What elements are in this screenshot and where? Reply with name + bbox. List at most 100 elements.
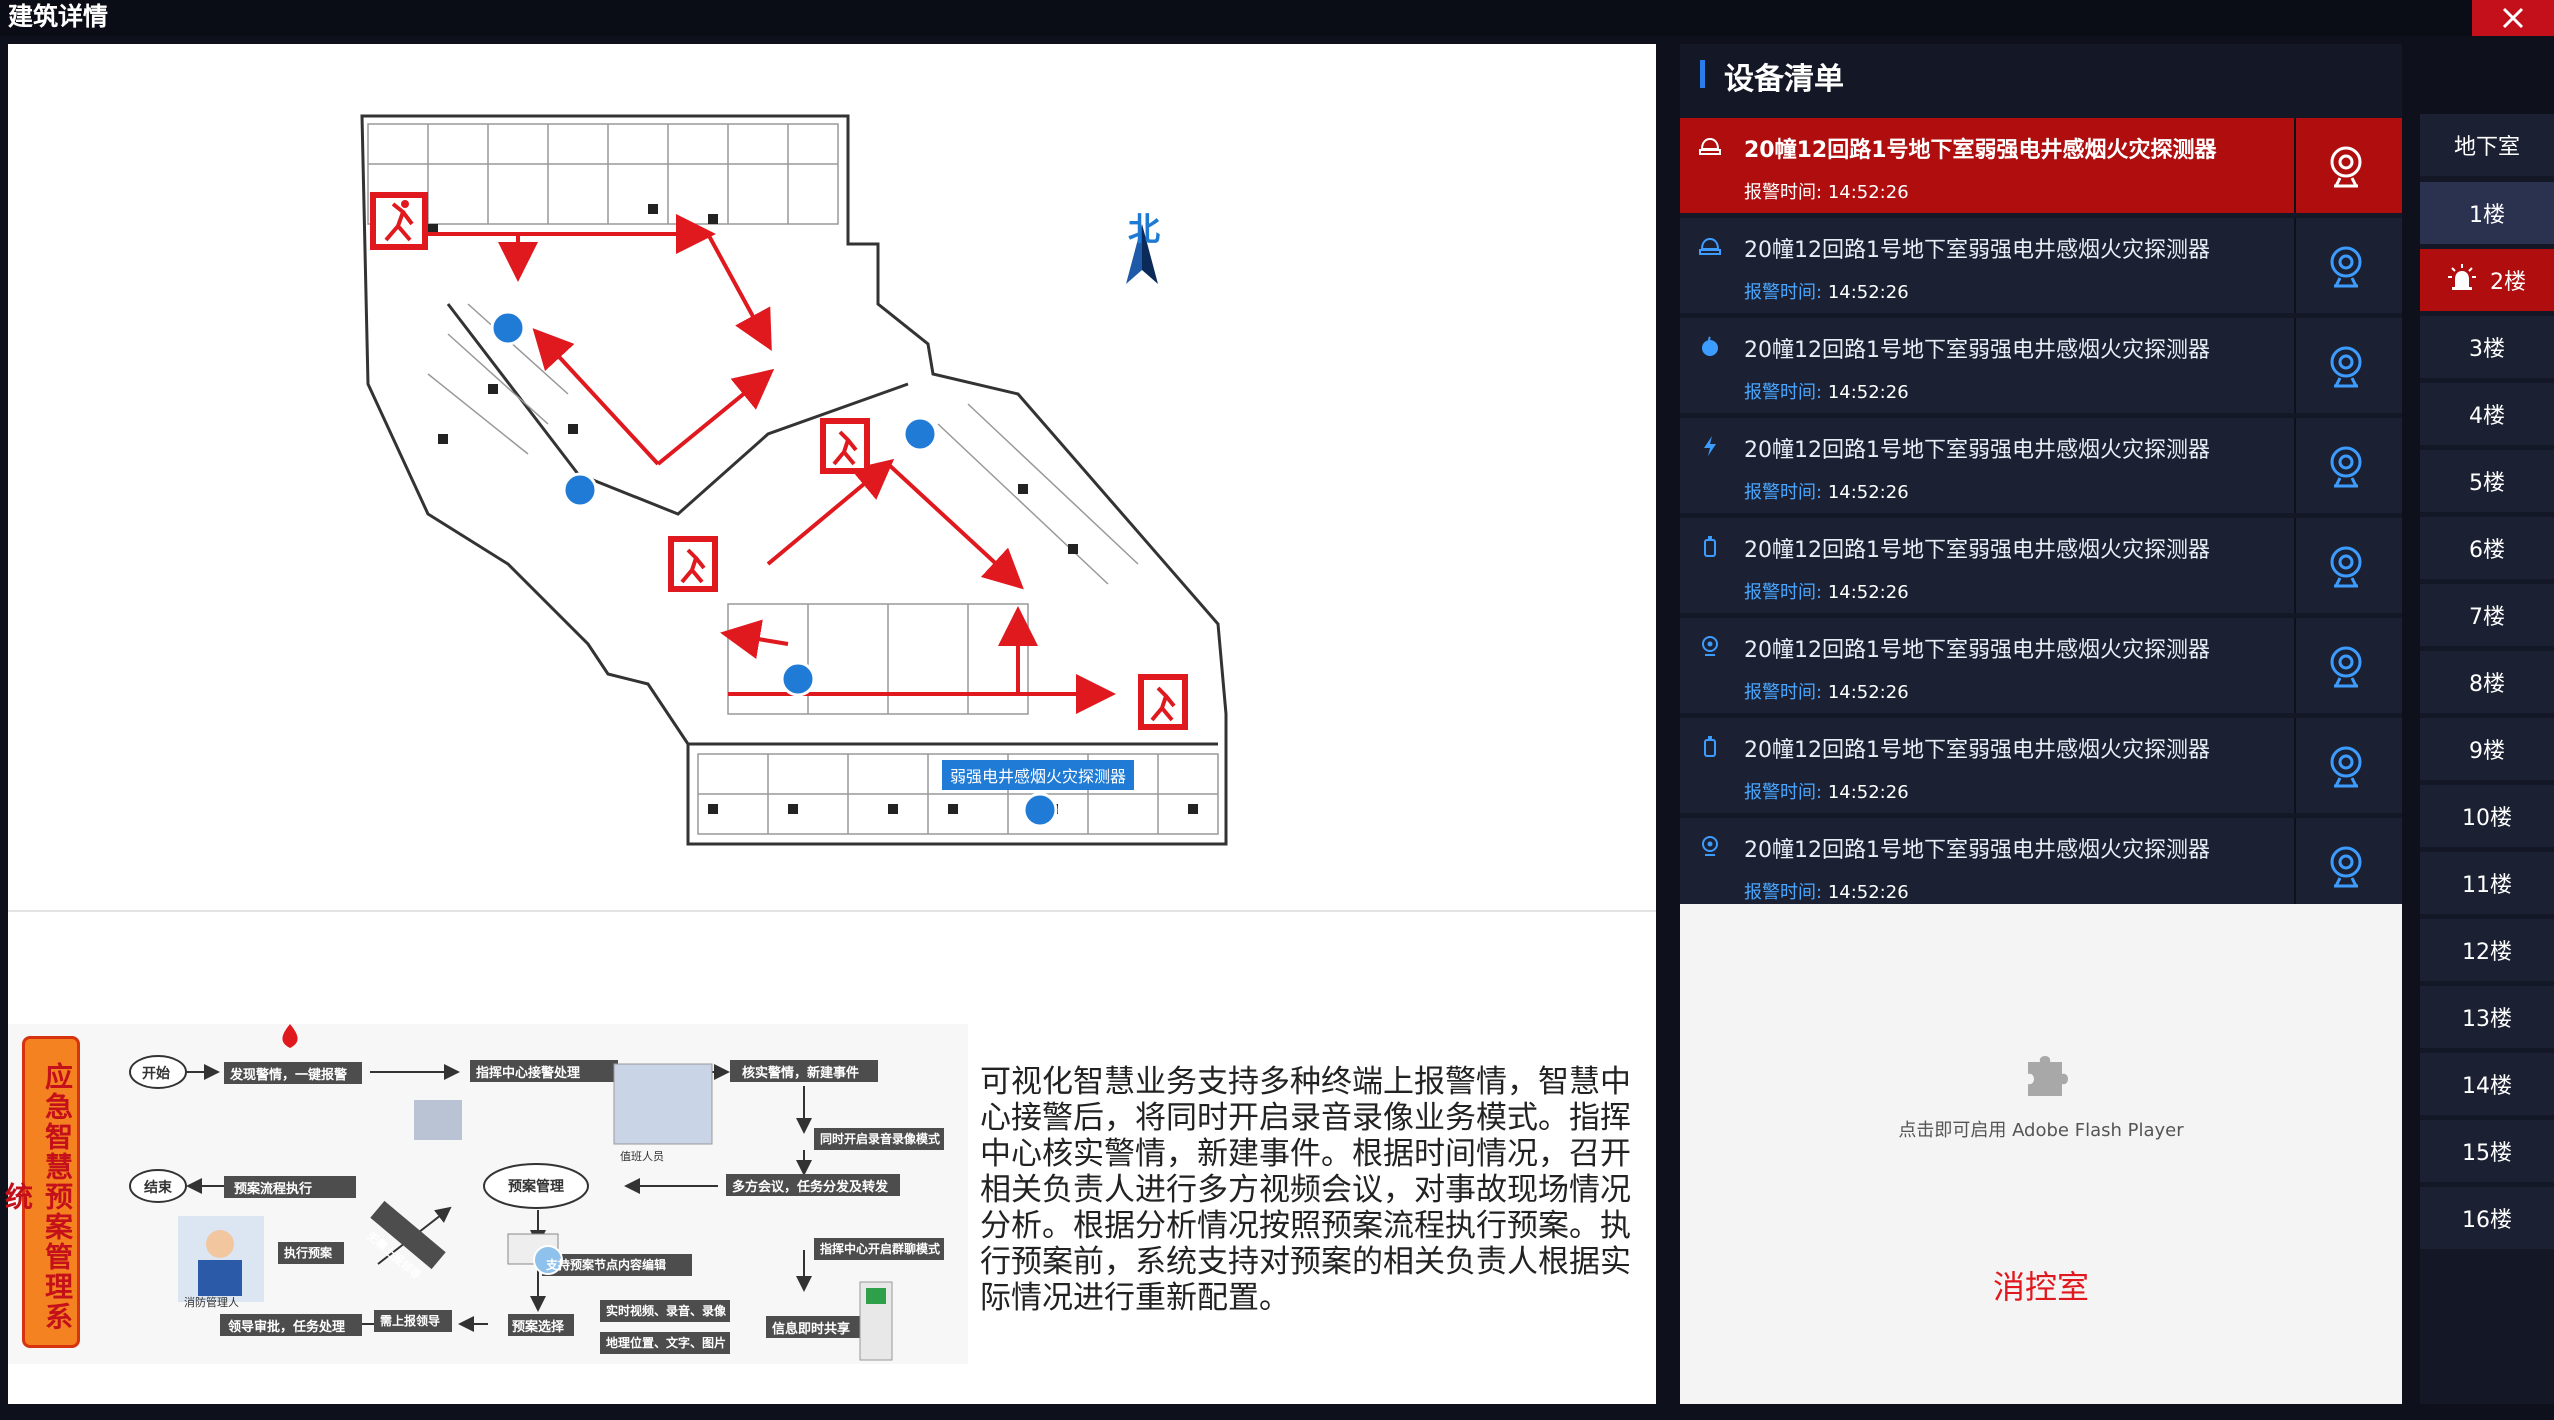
device-panel-header: 设备清单 (1680, 44, 2402, 116)
floor-label: 2楼 (2490, 270, 2526, 295)
floor-button-4[interactable]: 4楼 (2420, 383, 2554, 445)
floor-label: 1楼 (2469, 203, 2505, 228)
flow-description: 可视化智慧业务支持多种终端上报警情，智慧中心接警后，将同时开启录音录像业务模式。… (980, 1064, 1631, 1316)
flash-prompt[interactable]: 点击即可启用 Adobe Flash Player (1680, 1116, 2402, 1142)
floor-button-15[interactable]: 15楼 (2420, 1120, 2554, 1182)
device-item[interactable]: 20幢12回路1号地下室弱强电井感烟火灾探测器 报警时间: 14:52:26 (1680, 618, 2402, 713)
device-item[interactable]: 20幢12回路1号地下室弱强电井感烟火灾探测器 报警时间: 14:52:26 (1680, 318, 2402, 413)
divider (2294, 518, 2296, 613)
floor-label: 6楼 (2469, 538, 2505, 563)
floor-button-13[interactable]: 13楼 (2420, 986, 2554, 1048)
floor-button-12[interactable]: 12楼 (2420, 919, 2554, 981)
floor-label: 4楼 (2469, 404, 2505, 429)
device-item[interactable]: 20幢12回路1号地下室弱强电井感烟火灾探测器 报警时间: 14:52:26 (1680, 718, 2402, 813)
camera-icon[interactable] (2320, 840, 2372, 892)
alarm-time-label: 报警时间: (1744, 682, 1823, 703)
floor-button-5[interactable]: 5楼 (2420, 450, 2554, 512)
floor-label: 8楼 (2469, 672, 2505, 697)
exit-sign-icon (370, 192, 428, 250)
device-list[interactable]: 20幢12回路1号地下室弱强电井感烟火灾探测器 报警时间: 14:52:26 2… (1680, 118, 2402, 904)
camera-icon[interactable] (2320, 540, 2372, 592)
alarm-time: 报警时间: 14:52:26 (1744, 478, 1909, 504)
floor-label: 7楼 (2469, 605, 2505, 630)
flow-node-end: 结束 (144, 1180, 172, 1196)
alarm-time: 报警时间: 14:52:26 (1744, 378, 1909, 404)
map-device-label[interactable]: 弱强电井感烟火灾探测器 (942, 760, 1135, 790)
flow-node-record: 同时开启录音录像模式 (820, 1132, 941, 1146)
alarm-time-value: 14:52:26 (1827, 282, 1909, 303)
alarm-time: 报警时间: 14:52:26 (1744, 678, 1909, 704)
flow-node-node-edit: 支持预案节点内容编辑 (546, 1258, 667, 1272)
device-name: 20幢12回路1号地下室弱强电井感烟火灾探测器 (1744, 738, 2210, 763)
close-icon (2502, 7, 2524, 29)
camera-icon[interactable] (2320, 240, 2372, 292)
floor-plan-drawing (360, 114, 1228, 846)
device-item[interactable]: 20幢12回路1号地下室弱强电井感烟火灾探测器 报警时间: 14:52:26 (1680, 818, 2402, 904)
smoke-detector-icon (1696, 332, 1724, 360)
alarm-time-label: 报警时间: (1744, 182, 1823, 203)
content-area: 北 弱强电井感烟火灾探测器 应急智慧预案管理系统 开始 发现警情，一键报警 指挥… (1, 44, 1656, 1404)
floor-nav: 地下室 1楼 2楼 3楼 4楼 5楼 6楼 7楼 8楼 9楼 10楼 11楼 1… (2420, 114, 2554, 1404)
floor-label: 地下室 (2453, 135, 2520, 160)
floor-button-8[interactable]: 8楼 (2420, 651, 2554, 713)
alarm-time-value: 14:52:26 (1827, 482, 1909, 503)
alarm-light-icon (2448, 263, 2476, 297)
device-item[interactable]: 20幢12回路1号地下室弱强电井感烟火灾探测器 报警时间: 14:52:26 (1680, 218, 2402, 313)
floor-button-11[interactable]: 11楼 (2420, 852, 2554, 914)
floor-label: 13楼 (2462, 1007, 2512, 1032)
floor-button-2[interactable]: 2楼 (2420, 249, 2554, 311)
floor-button-10[interactable]: 10楼 (2420, 785, 2554, 847)
camera-icon[interactable] (2320, 740, 2372, 792)
floor-button-3[interactable]: 3楼 (2420, 316, 2554, 378)
window-title: 建筑详情 (8, 2, 109, 31)
device-name: 20幢12回路1号地下室弱强电井感烟火灾探测器 (1744, 238, 2210, 263)
alarm-time: 报警时间: 14:52:26 (1744, 878, 1909, 904)
floor-label: 11楼 (2462, 873, 2512, 898)
device-item[interactable]: 20幢12回路1号地下室弱强电井感烟火灾探测器 报警时间: 14:52:26 (1680, 418, 2402, 513)
building-detail-window: 建筑详情 北 弱强电井感烟火灾探测器 应急智慧预案管理系统 开始 发现警情，一键… (0, 0, 2554, 1420)
floor-button-14[interactable]: 14楼 (2420, 1053, 2554, 1115)
flow-node-exec-plan: 执行预案 (284, 1246, 333, 1260)
alarm-time: 报警时间: 14:52:26 (1744, 778, 1909, 804)
floor-button-16[interactable]: 16楼 (2420, 1187, 2554, 1249)
flow-node-geo: 地理位置、文字、图片 (606, 1336, 727, 1350)
camera-icon[interactable] (2320, 140, 2372, 192)
camera-icon[interactable] (2320, 640, 2372, 692)
close-button[interactable] (2472, 0, 2554, 36)
divider (2294, 318, 2296, 413)
alarm-time-label: 报警时间: (1744, 582, 1823, 603)
device-name: 20幢12回路1号地下室弱强电井感烟火灾探测器 (1744, 438, 2210, 463)
video-player[interactable]: 点击即可启用 Adobe Flash Player 消控室 (1680, 904, 2402, 1404)
camera-icon[interactable] (2320, 440, 2372, 492)
device-name: 20幢12回路1号地下室弱强电井感烟火灾探测器 (1744, 338, 2210, 363)
plan-flow-section: 应急智慧预案管理系统 开始 发现警情，一键报警 指挥中心接警处理 核实警情，新建… (1, 914, 1656, 1404)
plugin-icon (2028, 1056, 2068, 1096)
floor-label: 5楼 (2469, 471, 2505, 496)
floor-button-9[interactable]: 9楼 (2420, 718, 2554, 780)
flow-node-need-report: 需上报领导 (380, 1314, 441, 1328)
device-name: 20幢12回路1号地下室弱强电井感烟火灾探测器 (1744, 138, 2217, 163)
alarm-time-value: 14:52:26 (1827, 882, 1909, 903)
floor-plan-map[interactable]: 北 弱强电井感烟火灾探测器 (8, 44, 1656, 912)
alarm-time-value: 14:52:26 (1827, 582, 1909, 603)
flow-node-realtime: 实时视频、录音、录像 (606, 1304, 727, 1318)
camera-icon[interactable] (2320, 340, 2372, 392)
north-label: 北 (1128, 210, 1161, 248)
divider (2294, 618, 2296, 713)
device-name: 20幢12回路1号地下室弱强电井感烟火灾探测器 (1744, 638, 2210, 663)
room-label: 消控室 (1992, 1268, 2089, 1306)
floor-button-basement[interactable]: 地下室 (2420, 114, 2554, 176)
floor-button-7[interactable]: 7楼 (2420, 584, 2554, 646)
alarm-time-value: 14:52:26 (1827, 682, 1909, 703)
device-item[interactable]: 20幢12回路1号地下室弱强电井感烟火灾探测器 报警时间: 14:52:26 (1680, 518, 2402, 613)
location-icon (1696, 632, 1724, 660)
floor-button-1[interactable]: 1楼 (2420, 182, 2554, 244)
floor-button-6[interactable]: 6楼 (2420, 517, 2554, 579)
flow-node-share: 信息即时共享 (772, 1322, 851, 1337)
alarm-time-value: 14:52:26 (1827, 182, 1909, 203)
device-item[interactable]: 20幢12回路1号地下室弱强电井感烟火灾探测器 报警时间: 14:52:26 (1680, 118, 2402, 213)
extinguisher-icon (1696, 532, 1724, 560)
header-accent-bar (1700, 60, 1705, 88)
alarm-time-label: 报警时间: (1744, 482, 1823, 503)
alarm-time-label: 报警时间: (1744, 282, 1823, 303)
